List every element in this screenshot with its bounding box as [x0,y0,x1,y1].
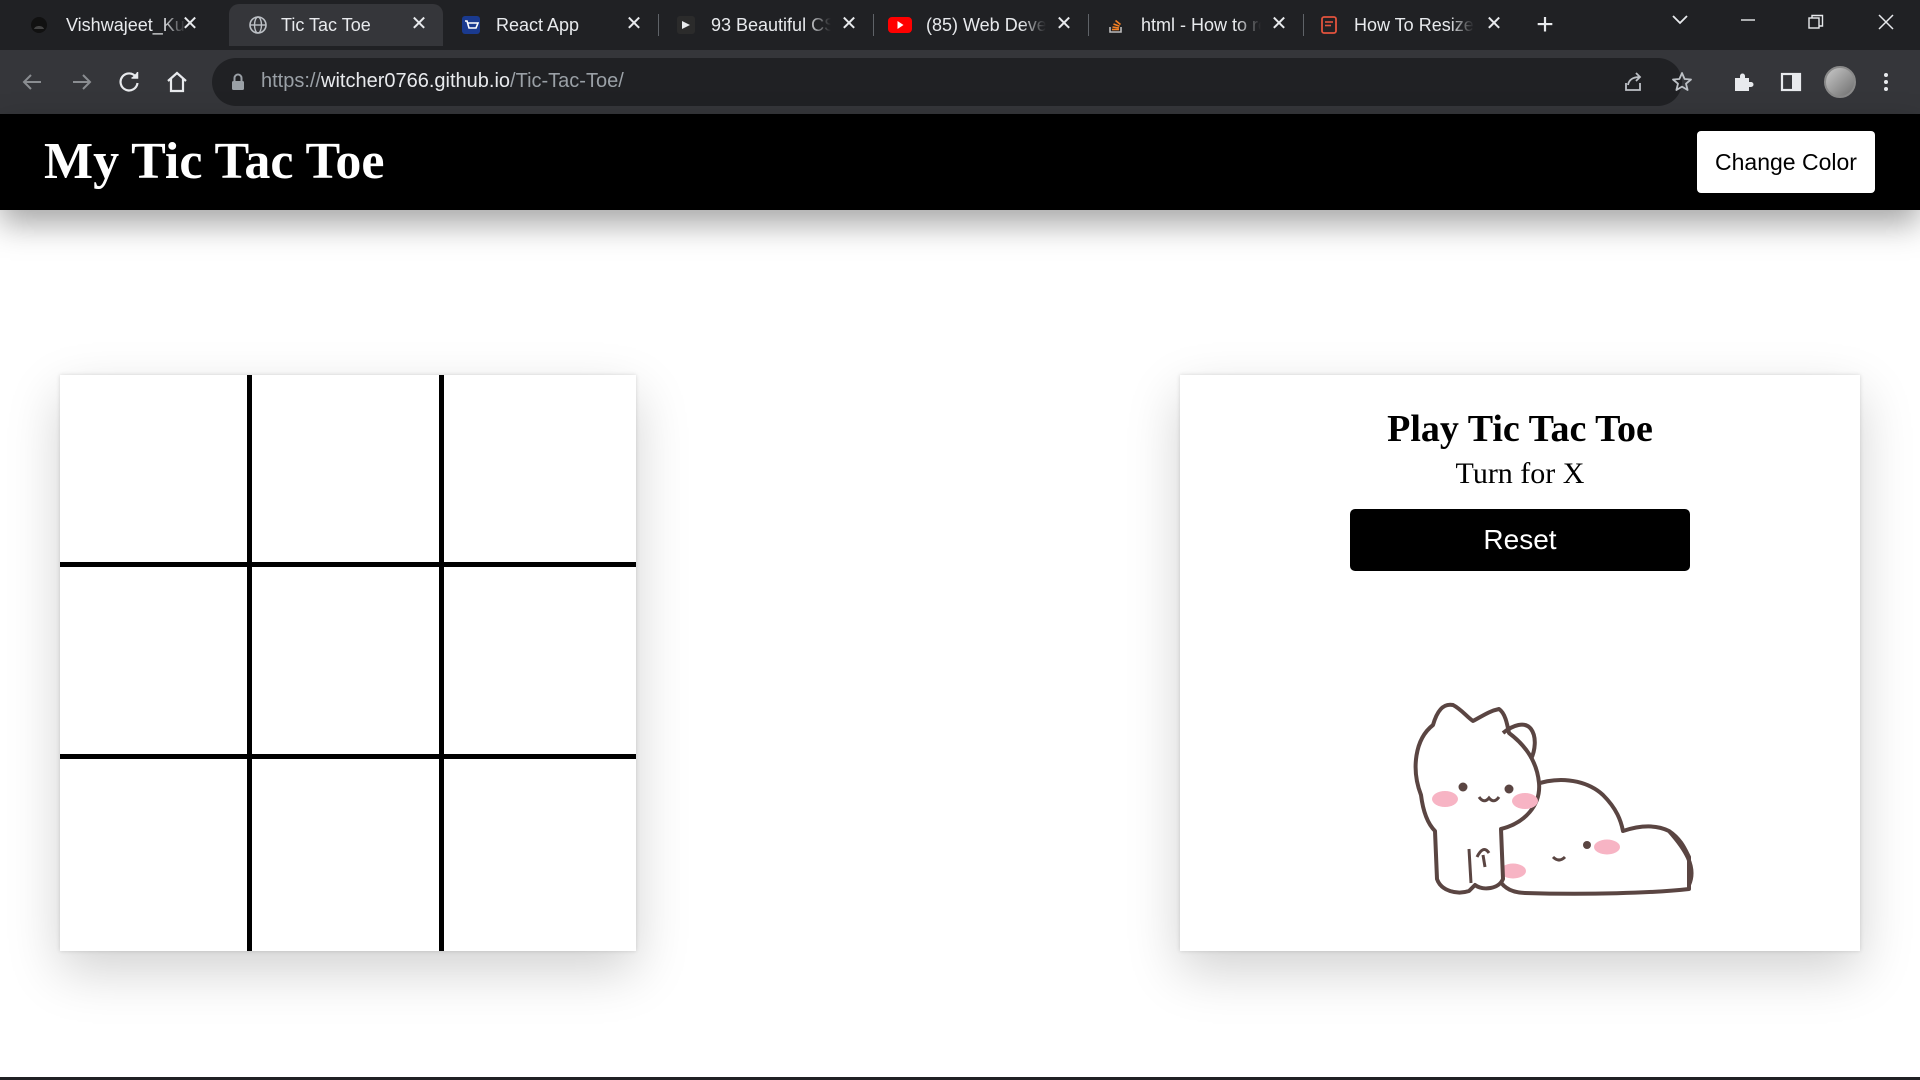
site-header: My Tic Tac Toe Change Color [0,114,1920,210]
board-cell[interactable] [444,567,636,759]
tab-beautiful-css[interactable]: 93 Beautiful CSS ✕ [659,4,873,46]
close-window-icon[interactable] [1856,0,1916,44]
panel-title: Play Tic Tac Toe [1387,408,1653,450]
tab-close-icon[interactable]: ✕ [1269,14,1289,34]
back-arrow-icon[interactable] [19,68,47,96]
board-cell[interactable] [252,759,444,951]
tab-close-icon[interactable]: ✕ [624,14,644,34]
url-text[interactable]: https://witcher0766.github.io/Tic-Tac-To… [261,70,624,93]
tab-search-chevron-icon[interactable] [1650,0,1710,44]
page-content: My Tic Tac Toe Change Color Play Tic Tac… [0,114,1920,1080]
board-cell[interactable] [444,759,636,951]
tab-close-icon[interactable]: ✕ [839,14,859,34]
tab-title: 93 Beautiful CSS [711,15,831,35]
reset-button[interactable]: Reset [1350,509,1690,571]
tab-how-to-resize[interactable]: How To Resize ✕ [1304,4,1518,46]
url-path: /Tic-Tac-Toe/ [510,70,624,92]
tab-close-icon[interactable]: ✕ [1484,14,1504,34]
tab-stackoverflow[interactable]: html - How to resize ✕ [1089,4,1303,46]
side-panel-icon[interactable] [1779,70,1803,94]
tab-title: Tic Tac Toe [281,15,371,35]
youtube-icon [888,17,912,33]
tab-youtube[interactable]: (85) Web Development ✕ [874,4,1088,46]
board-cell[interactable] [60,759,252,951]
tab-react-app[interactable]: React App ✕ [444,4,658,46]
tab-title: Vishwajeet_Kumar [66,15,186,35]
minimize-icon[interactable] [1718,0,1778,44]
lock-icon[interactable] [226,70,250,94]
board-cell[interactable] [444,375,636,567]
board-cell[interactable] [252,375,444,567]
url-scheme: https:// [261,70,322,92]
board-cell[interactable] [60,375,252,567]
tab-github[interactable]: Vishwajeet_Kumar ✕ [0,4,214,46]
tab-title: html - How to resize [1141,15,1261,35]
github-icon [31,17,47,33]
codepen-icon [677,16,695,34]
share-icon[interactable] [1622,70,1646,94]
url-host: witcher0766.github.io [321,70,511,92]
game-info-panel: Play Tic Tac Toe Turn for X Reset [1180,375,1860,951]
tab-close-icon[interactable]: ✕ [180,14,200,34]
tab-title: How To Resize [1354,15,1474,35]
home-icon[interactable] [163,68,191,96]
game-board [60,375,636,951]
reload-icon[interactable] [115,68,143,96]
tab-close-icon[interactable]: ✕ [409,14,429,34]
cute-cats-illustration [1413,702,1694,896]
board-cell[interactable] [60,567,252,759]
board-cell[interactable] [252,567,444,759]
tab-title: (85) Web Development [926,15,1046,35]
stackoverflow-icon [1109,19,1122,33]
restore-icon[interactable] [1786,0,1846,44]
bookmark-star-icon[interactable] [1670,70,1694,94]
browser-tab-strip: Vishwajeet_Kumar ✕ Tic Tac Toe ✕ React A… [0,0,1920,50]
turn-indicator: Turn for X [1455,457,1585,490]
tab-tic-tac-toe[interactable]: Tic Tac Toe ✕ [229,4,443,46]
menu-kebab-icon[interactable] [1874,70,1898,94]
site-title: My Tic Tac Toe [44,133,385,190]
cart-icon [462,16,480,34]
doc-icon [1321,16,1337,34]
forward-arrow-icon[interactable] [67,68,95,96]
new-tab-plus-icon[interactable]: + [1532,10,1558,40]
tab-close-icon[interactable]: ✕ [1054,14,1074,34]
profile-avatar[interactable] [1824,66,1856,98]
globe-icon [249,16,267,34]
tab-title: React App [496,15,580,35]
change-color-button[interactable]: Change Color [1697,131,1875,193]
extensions-puzzle-icon[interactable] [1731,70,1755,94]
